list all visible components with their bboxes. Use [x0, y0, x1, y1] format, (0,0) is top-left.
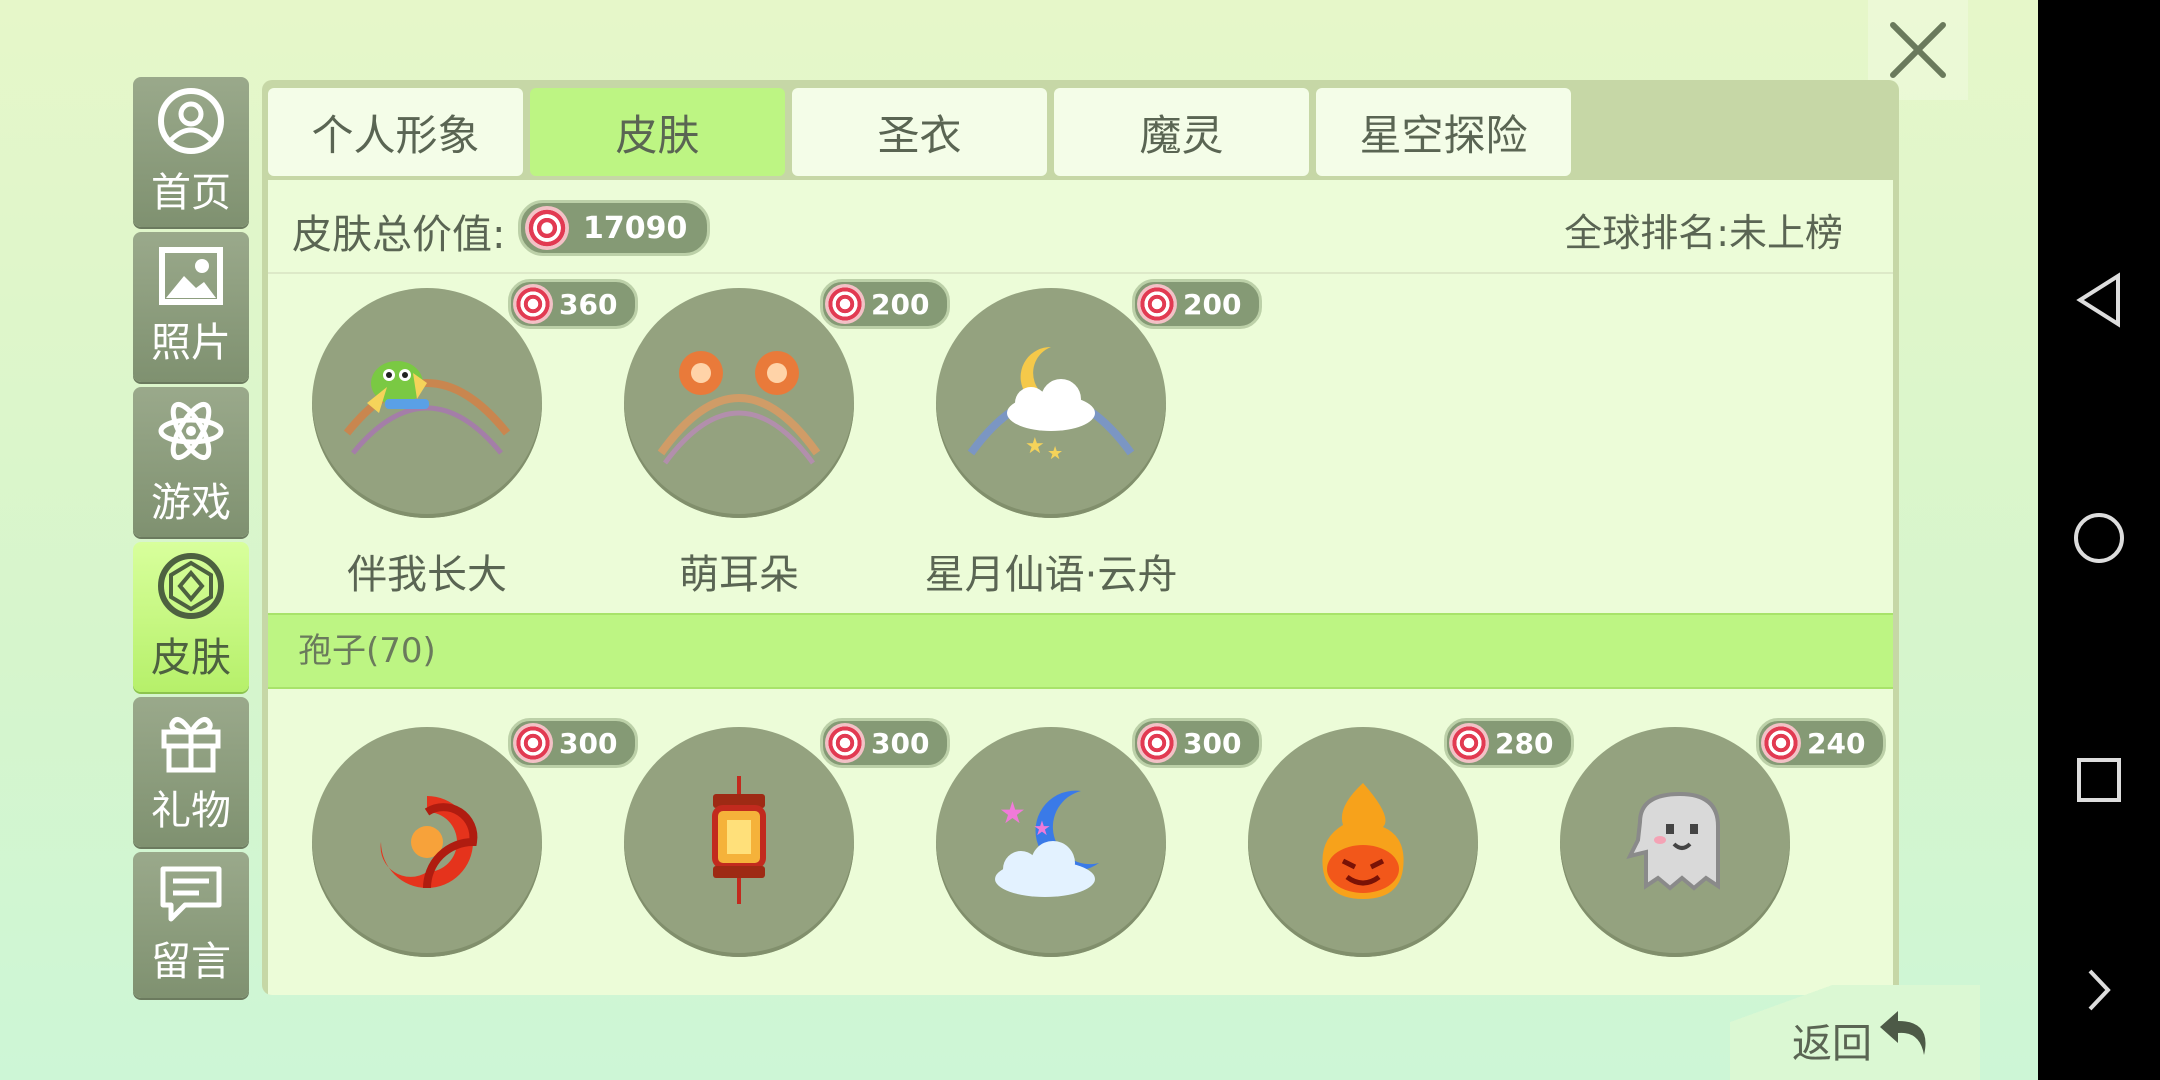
sidebar-item-skins[interactable]: 皮肤 — [133, 542, 249, 692]
price-badge: 240 — [1756, 718, 1886, 768]
gift-icon — [161, 717, 221, 773]
sidebar-item-home[interactable]: 首页 — [133, 77, 249, 227]
spore-item[interactable] — [1560, 727, 1790, 957]
back-arrow-icon — [1880, 1011, 1926, 1055]
sidebar-item-label: 照片 — [151, 320, 231, 366]
chevron-right-icon — [2088, 969, 2111, 1011]
sidebar-item-label: 游戏 — [151, 480, 231, 526]
sidebar-item-photos[interactable]: 照片 — [133, 232, 249, 382]
spore-item[interactable] — [312, 727, 542, 957]
gem-icon — [158, 553, 224, 619]
photo-icon — [159, 247, 223, 305]
price-value: 200 — [871, 287, 930, 321]
tab-demon-spirit[interactable]: 魔灵 — [1054, 88, 1309, 176]
sidebar-item-label: 留言 — [151, 939, 231, 985]
skin-name: 萌耳朵 — [679, 552, 799, 598]
candy-coin-icon — [825, 723, 865, 763]
tab-skins[interactable]: 皮肤 — [530, 88, 785, 176]
fire-face-icon — [1322, 783, 1404, 899]
moon-cloud-icon: ★ ★ — [967, 346, 1135, 464]
summary-header: 皮肤总价值: 17090 全球排名:未上榜 — [268, 180, 1893, 274]
price-badge: 200 — [1132, 279, 1262, 329]
spore-item[interactable] — [624, 727, 854, 957]
candy-coin-icon — [1761, 723, 1801, 763]
total-value: 17090 — [583, 210, 688, 246]
price-value: 300 — [559, 726, 618, 760]
svg-text:★: ★ — [999, 796, 1026, 831]
tab-avatar[interactable]: 个人形象 — [268, 88, 523, 176]
back-label: 返回 — [1792, 1021, 1872, 1067]
price-value: 360 — [559, 287, 618, 321]
nav-recents-button[interactable] — [2038, 720, 2160, 840]
nav-home-button[interactable] — [2038, 478, 2160, 598]
price-value: 300 — [871, 726, 930, 760]
sidebar-item-gifts[interactable]: 礼物 — [133, 697, 249, 847]
sidebar-item-label: 首页 — [151, 170, 231, 216]
pixel-ghost-icon — [1626, 791, 1720, 891]
nav-expand-button[interactable] — [2038, 930, 2160, 1050]
price-badge: 280 — [1444, 718, 1574, 768]
red-swirl-icon — [380, 796, 478, 889]
sidebar-item-label: 皮肤 — [151, 635, 231, 681]
message-icon — [160, 866, 222, 922]
bear-ears-icon — [657, 351, 821, 465]
price-badge: 300 — [1132, 718, 1262, 768]
sidebar-item-games[interactable]: 游戏 — [133, 387, 249, 537]
lantern-icon — [712, 776, 766, 904]
svg-text:★: ★ — [1047, 443, 1063, 464]
circle-home-icon — [2074, 513, 2124, 563]
nav-back-button[interactable] — [2038, 240, 2160, 360]
spores-section-header[interactable]: 孢子(70) — [268, 613, 1893, 689]
back-button[interactable]: 返回 — [1730, 985, 1980, 1080]
sleepy-moon-icon: ★ ★ — [995, 790, 1099, 897]
candy-coin-icon — [825, 284, 865, 324]
sidebar-item-messages[interactable]: 留言 — [133, 852, 249, 998]
sidebar-item-label: 礼物 — [151, 788, 231, 834]
skin-name: 星月仙语·云舟 — [924, 552, 1178, 598]
price-badge: 300 — [508, 718, 638, 768]
candy-coin-icon — [525, 206, 569, 250]
triangle-back-icon — [2076, 272, 2120, 328]
svg-text:★: ★ — [1033, 816, 1051, 840]
price-value: 280 — [1495, 726, 1554, 760]
candy-coin-icon — [513, 284, 553, 324]
skin-item[interactable] — [624, 288, 854, 518]
skin-item[interactable] — [312, 288, 542, 518]
spore-item[interactable] — [1248, 727, 1478, 957]
price-value: 200 — [1183, 287, 1242, 321]
tab-star-exploration[interactable]: 星空探险 — [1316, 88, 1571, 176]
skin-name: 伴我长大 — [347, 552, 507, 598]
atom-icon — [158, 401, 224, 461]
global-rank: 全球排名:未上榜 — [1564, 211, 1843, 255]
square-recents-icon — [2077, 758, 2121, 802]
android-navigation-bar — [2038, 0, 2160, 1080]
total-value-badge: 17090 — [518, 200, 710, 256]
price-value: 300 — [1183, 726, 1242, 760]
frog-planet-icon — [343, 361, 511, 455]
price-badge: 360 — [508, 279, 638, 329]
total-value-label: 皮肤总价值: — [292, 212, 506, 258]
close-icon — [1890, 22, 1946, 78]
tab-holy-armor[interactable]: 圣衣 — [792, 88, 1047, 176]
svg-text:★: ★ — [1025, 434, 1045, 459]
skins-content: 皮肤总价值: 17090 全球排名:未上榜 360 伴我长大 200 萌耳朵 ★… — [268, 180, 1893, 995]
candy-coin-icon — [1449, 723, 1489, 763]
price-badge: 300 — [820, 718, 950, 768]
spore-item[interactable]: ★ ★ — [936, 727, 1166, 957]
candy-coin-icon — [1137, 284, 1177, 324]
candy-coin-icon — [1137, 723, 1177, 763]
price-badge: 200 — [820, 279, 950, 329]
skin-item[interactable]: ★ ★ — [936, 288, 1166, 518]
candy-coin-icon — [513, 723, 553, 763]
section-label: 孢子(70) — [298, 631, 436, 671]
user-circle-icon — [158, 88, 224, 154]
price-value: 240 — [1807, 726, 1866, 760]
main-panel: 个人形象 皮肤 圣衣 魔灵 星空探险 皮肤总价值: 17090 全球排名:未上榜 — [262, 80, 1899, 995]
